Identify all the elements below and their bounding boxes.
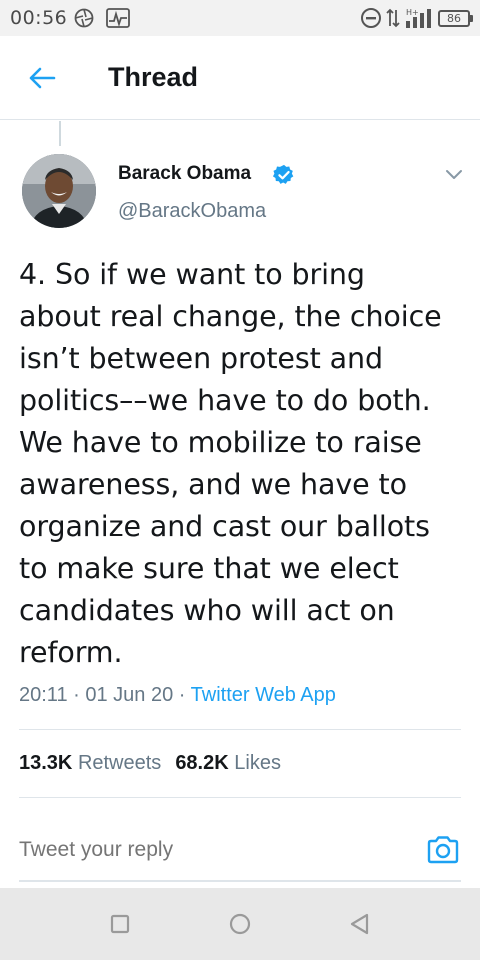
chevron-down-icon[interactable]: [442, 165, 466, 183]
tweet-time: 20:11: [19, 684, 68, 706]
back-triangle-icon[interactable]: [346, 910, 374, 938]
reply-input[interactable]: [19, 838, 399, 862]
tweet-text-line: to make sure that we elect: [19, 552, 399, 585]
tweet-stats: 13.3K Retweets 68.2K Likes: [19, 752, 295, 775]
author-handle[interactable]: @BarackObama: [118, 200, 266, 223]
tweet-text-line: organize and cast our ballots: [19, 510, 430, 543]
tweet-text-line: awareness, and we have to: [19, 468, 407, 501]
tweet-meta: 20:11 · 01 Jun 20 · Twitter Web App: [19, 684, 336, 707]
status-bar: 00:56 H+ 86: [0, 0, 480, 36]
do-not-disturb-icon: [361, 8, 381, 28]
tweet-text-line: about real change, the choice: [19, 300, 442, 333]
home-icon[interactable]: [226, 910, 254, 938]
activity-icon: [106, 8, 130, 28]
tweet-text-line: candidates who will act on: [19, 594, 395, 627]
tweet-text-line: reform.: [19, 636, 123, 669]
thread-connector-line: [59, 121, 61, 146]
system-nav-bar: [0, 888, 480, 960]
likes-label: Likes: [234, 752, 281, 774]
aperture-icon: [74, 8, 94, 28]
reply-bar: [19, 826, 461, 882]
data-arrows-icon: [386, 8, 400, 28]
avatar-image: [22, 154, 96, 228]
tweet-text-line: 4. So if we want to bring: [19, 258, 365, 291]
page-title: Thread: [108, 62, 199, 92]
signal-icon: H+: [406, 8, 431, 28]
back-button[interactable]: [24, 62, 60, 94]
battery-icon: 86: [438, 9, 473, 27]
recent-apps-icon[interactable]: [106, 910, 134, 938]
camera-icon[interactable]: [425, 832, 461, 868]
divider: [19, 729, 461, 730]
tweet-text-line: We have to mobilize to raise: [19, 426, 422, 459]
verified-badge-icon: [273, 164, 294, 184]
tweet-date: 01 Jun 20: [85, 684, 174, 706]
tweet-text-line: isn’t between protest and: [19, 342, 383, 375]
likes-count: 68.2K: [175, 752, 229, 774]
divider: [19, 797, 461, 798]
author-name[interactable]: Barack Obama: [118, 163, 251, 185]
tweet-source-link[interactable]: Twitter Web App: [191, 684, 336, 706]
status-right: H+ 86: [360, 7, 473, 29]
app-header: Thread: [0, 36, 480, 120]
retweets-count: 13.3K: [19, 752, 73, 774]
retweets-label: Retweets: [77, 752, 162, 774]
tweet-text: 4. So if we want to bring about real cha…: [19, 254, 469, 674]
likes-stat[interactable]: 68.2K Likes: [175, 752, 281, 774]
meta-separator: ·: [67, 684, 86, 706]
avatar[interactable]: [22, 154, 96, 228]
arrow-left-icon: [29, 67, 56, 89]
meta-separator: ·: [173, 684, 191, 706]
retweets-stat[interactable]: 13.3K Retweets: [19, 752, 161, 774]
svg-text:H+: H+: [406, 8, 419, 17]
tweet-text-line: politics––we have to do both.: [19, 384, 431, 417]
status-time: 00:56: [10, 7, 68, 29]
